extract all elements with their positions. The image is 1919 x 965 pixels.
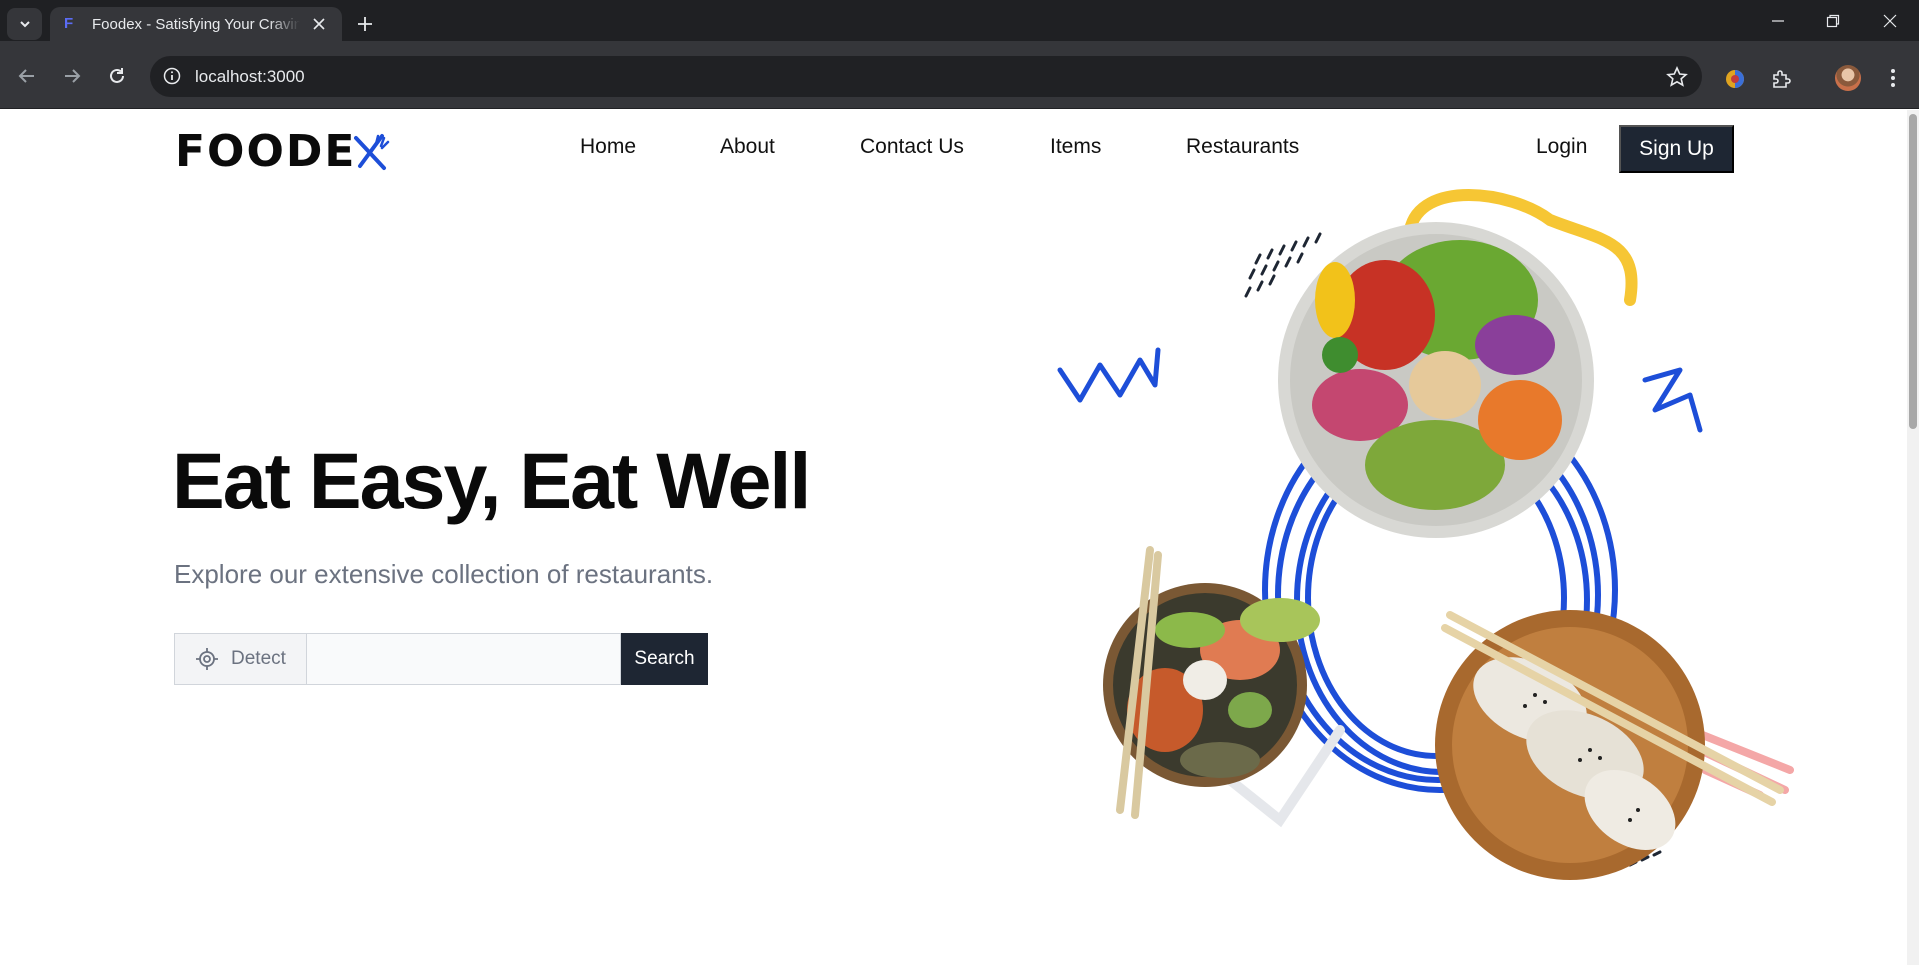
browser-toolbar: localhost:3000 — [0, 41, 1919, 109]
fork-knife-icon — [354, 134, 390, 170]
minimize-icon[interactable] — [1765, 10, 1791, 32]
bookmark-star-icon[interactable] — [1666, 66, 1688, 88]
back-icon[interactable] — [12, 61, 42, 91]
page-scrollbar[interactable] — [1907, 110, 1919, 965]
puzzle-icon[interactable] — [1770, 68, 1792, 90]
browser-tab-strip: F Foodex - Satisfying Your Cravings — [0, 0, 1919, 41]
zigzag-left-decoration — [1057, 347, 1161, 403]
restore-icon[interactable] — [1820, 10, 1846, 32]
browser-tab[interactable]: F Foodex - Satisfying Your Cravings — [50, 7, 342, 41]
nav-about[interactable]: About — [720, 135, 775, 159]
scrollbar-thumb[interactable] — [1909, 114, 1917, 429]
favicon-icon: F — [64, 15, 74, 32]
extension-icon[interactable] — [1724, 68, 1746, 90]
hero-title: Eat Easy, Eat Well — [172, 436, 811, 525]
window-close-icon[interactable] — [1877, 10, 1903, 32]
hero-food-illustration — [1057, 189, 1794, 880]
close-icon[interactable] — [310, 15, 328, 33]
detect-location-button[interactable]: Detect — [174, 633, 307, 685]
crosshair-icon — [196, 648, 218, 670]
hero-subtitle: Explore our extensive collection of rest… — [174, 559, 714, 589]
nav-contact-us[interactable]: Contact Us — [860, 135, 964, 159]
search-input[interactable] — [307, 633, 621, 685]
forward-icon[interactable] — [57, 61, 87, 91]
logo-text: FOODE — [175, 126, 357, 177]
detect-label: Detect — [231, 648, 286, 669]
nav-restaurants[interactable]: Restaurants — [1186, 135, 1299, 159]
page-viewport: FOODE Home About Contact Us Items Restau… — [0, 110, 1919, 965]
salad-bowl-image — [1278, 222, 1594, 538]
site-info-icon[interactable] — [162, 66, 182, 86]
login-button[interactable]: Login — [1536, 135, 1587, 159]
sign-up-button[interactable]: Sign Up — [1619, 125, 1734, 173]
location-search-bar: Detect Search — [174, 633, 708, 685]
search-button[interactable]: Search — [621, 633, 708, 685]
zigzag-right-decoration — [1642, 367, 1703, 433]
profile-avatar[interactable] — [1835, 65, 1861, 91]
foodex-logo[interactable]: FOODE — [175, 130, 392, 174]
nav-items[interactable]: Items — [1050, 135, 1101, 159]
reload-icon[interactable] — [102, 61, 132, 91]
address-bar[interactable]: localhost:3000 — [150, 56, 1702, 97]
poke-bowl-image — [1103, 546, 1320, 819]
tab-search-icon[interactable] — [7, 8, 42, 40]
menu-icon[interactable] — [1883, 67, 1903, 89]
nav-home[interactable]: Home — [580, 135, 636, 159]
new-tab-icon[interactable] — [353, 12, 377, 36]
url-text: localhost:3000 — [195, 67, 305, 86]
tab-title: Foodex - Satisfying Your Cravings — [92, 15, 300, 33]
